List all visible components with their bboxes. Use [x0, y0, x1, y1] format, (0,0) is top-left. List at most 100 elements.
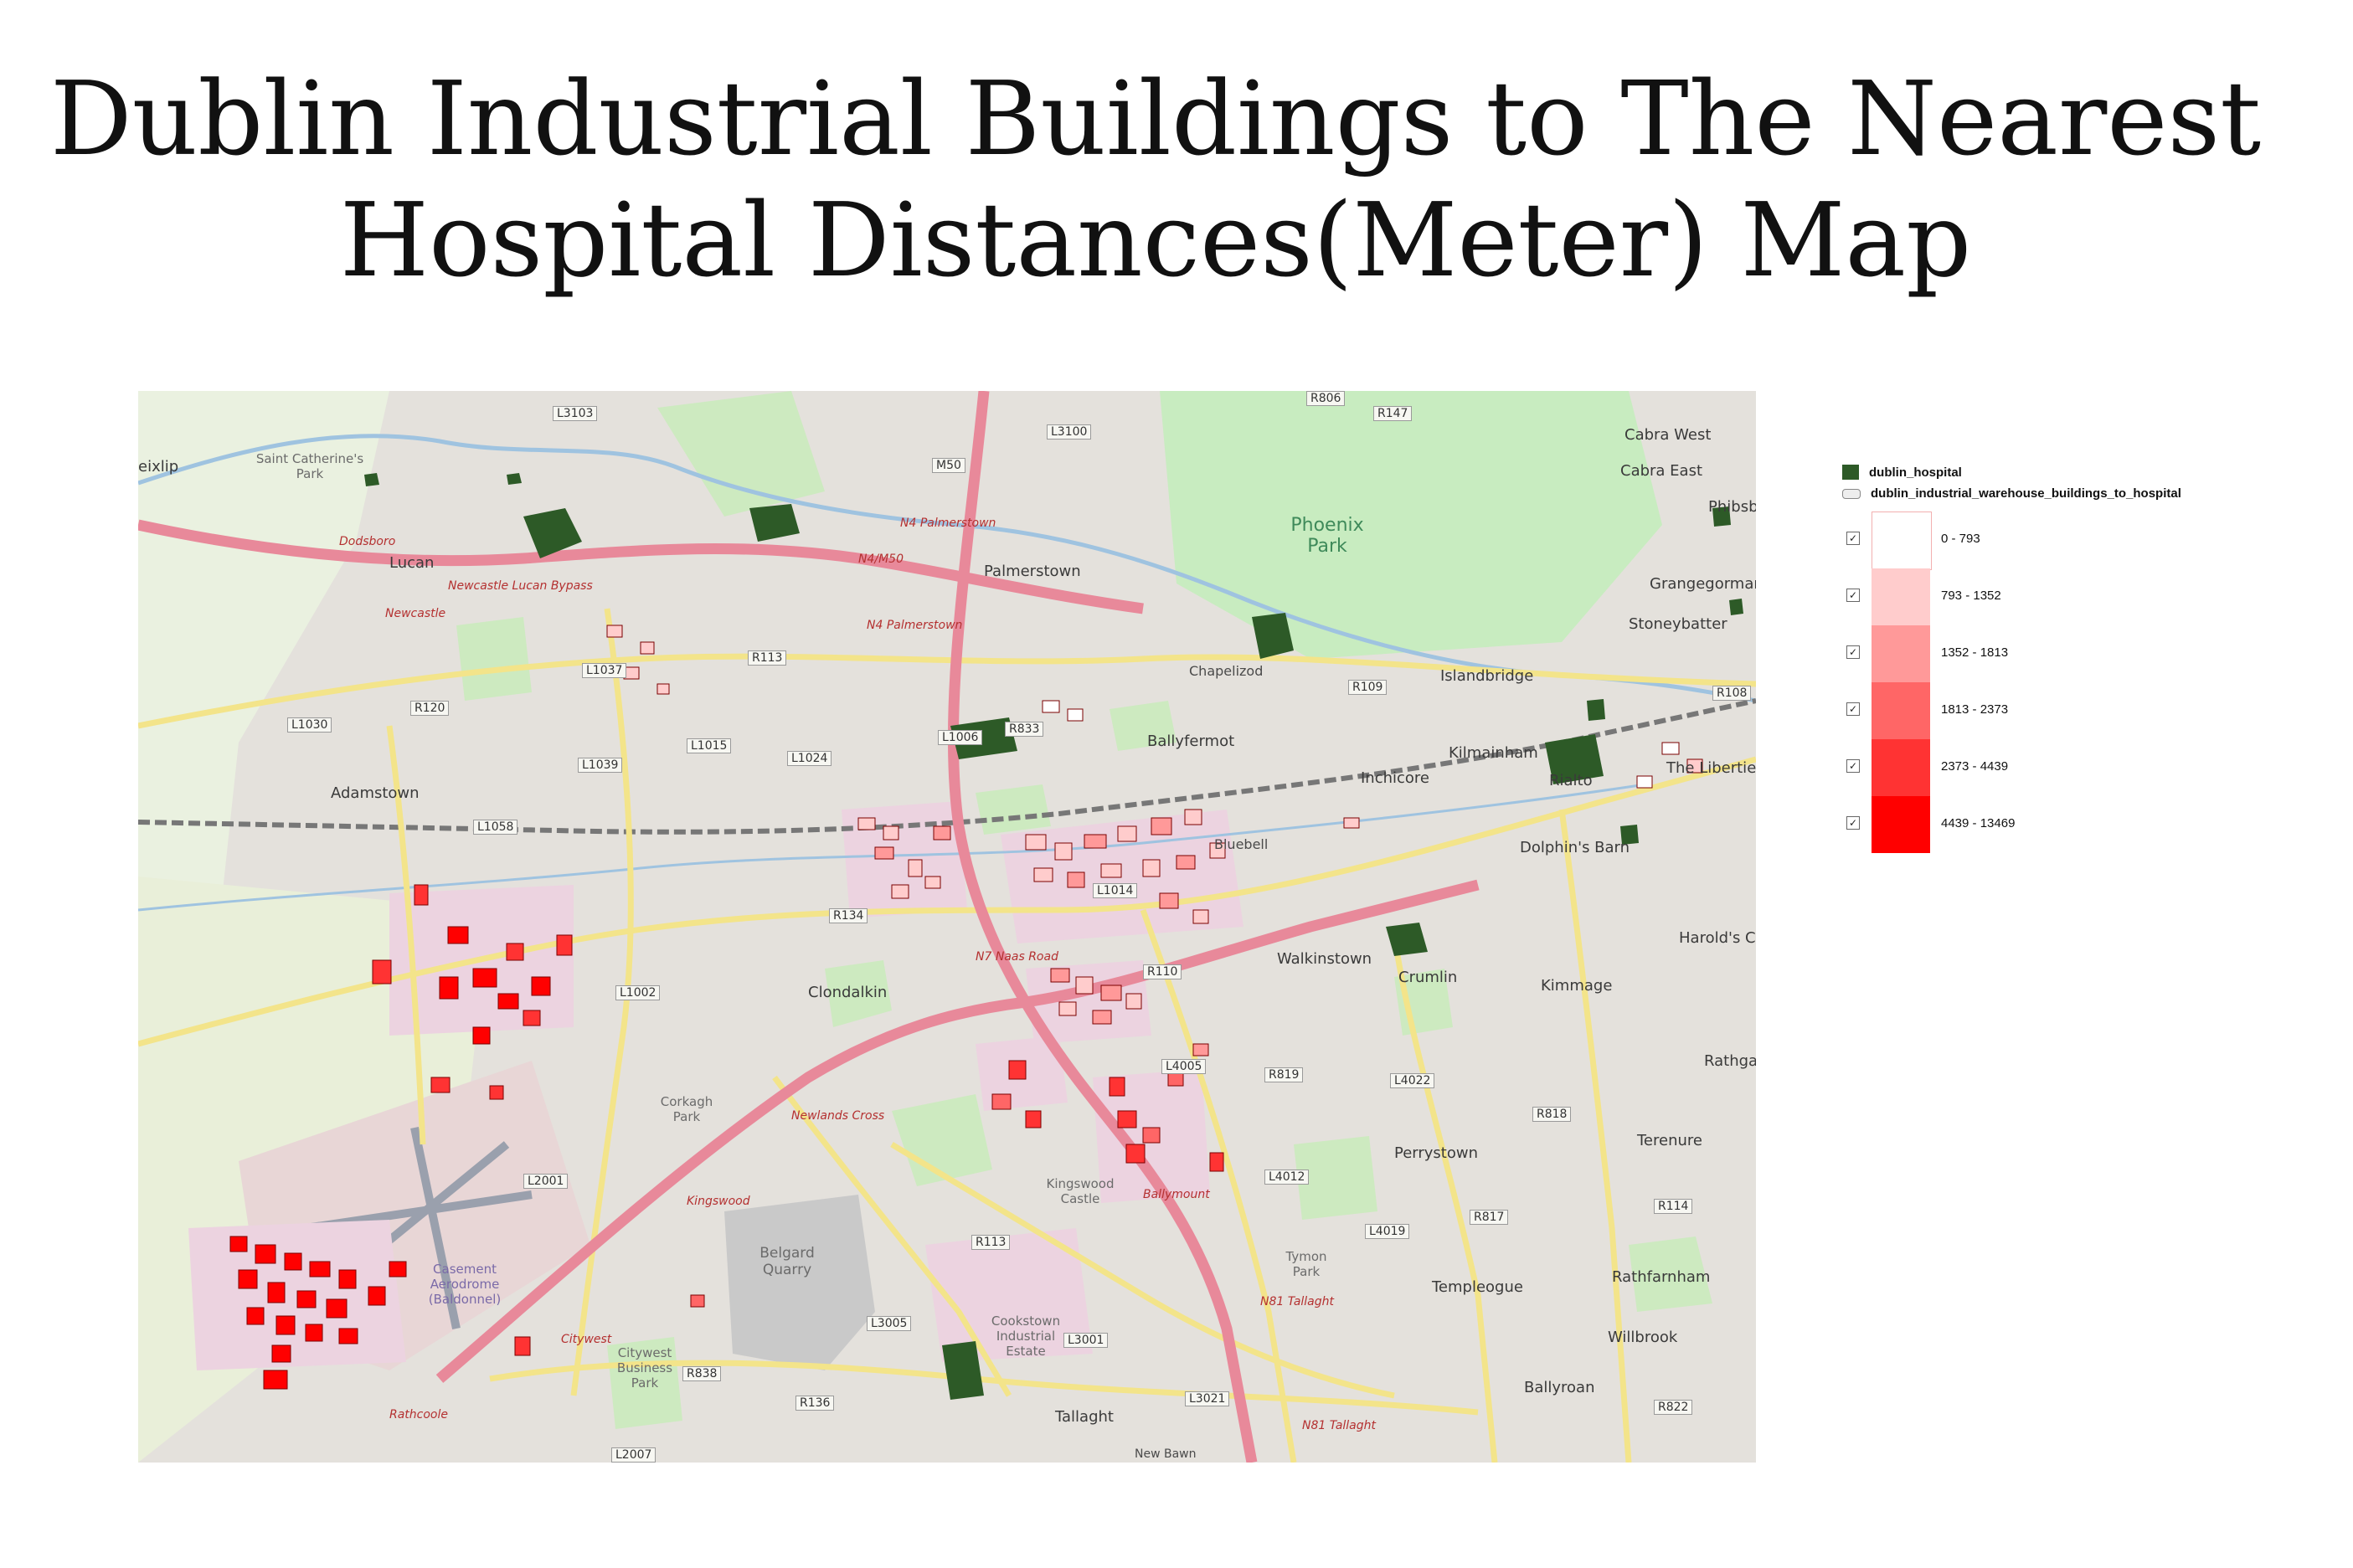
legend-class-1-checkbox[interactable]: ✓ [1846, 532, 1860, 545]
legend-buildings-layer[interactable]: dublin_industrial_warehouse_buildings_to… [1842, 486, 2181, 501]
road-shield-l4022: L4022 [1390, 1073, 1435, 1088]
legend-class-2-checkbox[interactable]: ✓ [1846, 589, 1860, 602]
label-walkinstown: Walkinstown [1277, 950, 1372, 968]
label-stoneybatter: Stoneybatter [1629, 615, 1727, 633]
hospital-small-6 [507, 473, 522, 485]
legend-class-4[interactable]: ✓ 1813 - 2373 [1842, 682, 2177, 739]
legend-class-6[interactable]: ✓ 4439 - 13469 [1842, 796, 2177, 853]
road-shield-r114: R114 [1654, 1199, 1693, 1214]
label-rathcoole: Rathcoole [389, 1408, 448, 1421]
label-n81-tallaght: N81 Tallaght [1260, 1295, 1335, 1308]
road-shield-r108: R108 [1712, 686, 1752, 701]
road-shield-r110: R110 [1143, 964, 1182, 979]
legend-class-3-swatch [1872, 625, 1930, 682]
legend-class-3-checkbox[interactable]: ✓ [1846, 645, 1860, 659]
label-lucan: Lucan [389, 554, 435, 572]
legend-class-3-label: 1352 - 1813 [1941, 645, 2009, 660]
label-bluebell: Bluebell [1214, 836, 1269, 852]
label-ballymount: Ballymount [1143, 1188, 1210, 1201]
map-title-line-1: Dublin Industrial Buildings to The Neare… [49, 59, 2262, 178]
label-newlands-cross: Newlands Cross [791, 1109, 885, 1123]
legend-class-4-swatch [1872, 682, 1930, 739]
hospital-small-4 [1729, 599, 1743, 615]
road-shield-l1006: L1006 [938, 730, 983, 745]
label-n4-palmerstown-2: N4 Palmerstown [867, 619, 963, 632]
road-shield-l3021: L3021 [1185, 1391, 1230, 1406]
label-perrystown: Perrystown [1394, 1144, 1479, 1162]
label-chapelizod: Chapelizod [1189, 663, 1264, 679]
map-title: Dublin Industrial Buildings to The Neare… [0, 59, 2311, 301]
label-rathfarnham: Rathfarnham [1612, 1268, 1711, 1286]
label-dodsboro: Dodsboro [339, 535, 396, 548]
legend-hospital-layer[interactable]: dublin_hospital [1842, 465, 1962, 480]
label-kingswood-castle: Kingswood Castle [1046, 1176, 1115, 1206]
legend-class-6-swatch [1872, 796, 1930, 853]
legend-class-1-label: 0 - 793 [1941, 532, 1980, 546]
road-shield-l1030: L1030 [287, 717, 332, 733]
road-shield-l1015: L1015 [687, 738, 732, 753]
label-ballyroan: Ballyroan [1524, 1379, 1595, 1396]
label-rathgar: Rathga [1704, 1052, 1756, 1070]
legend-class-4-label: 1813 - 2373 [1941, 702, 2009, 717]
road-shield-m50: M50 [932, 458, 965, 473]
road-shield-l1039: L1039 [578, 758, 623, 773]
road-shield-r818: R818 [1532, 1107, 1572, 1122]
label-belgard-quarry: Belgard Quarry [759, 1245, 815, 1278]
road-shield-l2007: L2007 [611, 1447, 656, 1463]
hospital-swatch [1842, 465, 1859, 480]
road-shield-l1037: L1037 [582, 663, 627, 678]
basemap-svg [138, 391, 1756, 1463]
buildings-layer-icon [1842, 488, 1861, 499]
label-cookstown: Cookstown Industrial Estate [991, 1314, 1061, 1359]
label-kilmainham: Kilmainham [1449, 744, 1538, 762]
label-citywest: Citywest Business Park [616, 1345, 673, 1391]
label-leixlip: eixlip [138, 458, 179, 476]
label-clondalkin: Clondalkin [808, 984, 888, 1001]
legend-class-3[interactable]: ✓ 1352 - 1813 [1842, 625, 2177, 682]
legend-buildings-label: dublin_industrial_warehouse_buildings_to… [1871, 486, 2181, 501]
label-cabra-west: Cabra West [1624, 426, 1712, 444]
legend-class-2-label: 793 - 1352 [1941, 589, 2001, 603]
road-shield-l1058: L1058 [473, 820, 518, 835]
map-title-line-2: Hospital Distances(Meter) Map [339, 181, 1972, 300]
road-shield-r833: R833 [1005, 722, 1044, 737]
label-kingswood: Kingswood [687, 1195, 750, 1208]
legend-class-1[interactable]: ✓ 0 - 793 [1842, 512, 2177, 570]
legend-class-6-checkbox[interactable]: ✓ [1846, 816, 1860, 830]
road-shield-l1014: L1014 [1093, 883, 1138, 898]
label-the-liberties: The Liberties [1666, 759, 1756, 777]
label-n4-m50: N4/M50 [858, 553, 904, 566]
label-n7-naas: N7 Naas Road [976, 950, 1058, 964]
legend-class-6-label: 4439 - 13469 [1941, 816, 2016, 830]
road-shield-r134: R134 [829, 908, 868, 923]
road-shield-r822: R822 [1654, 1400, 1693, 1415]
label-adamstown: Adamstown [331, 784, 420, 802]
label-n4-palmerstown: N4 Palmerstown [900, 517, 996, 530]
label-cabra-east: Cabra East [1620, 462, 1703, 480]
label-phibsb: Phibsb [1708, 498, 1756, 516]
legend-class-5-checkbox[interactable]: ✓ [1846, 759, 1860, 773]
basemap-frame[interactable]: eixlip Saint Catherine's Park Lucan Dods… [138, 391, 1756, 1463]
road-shield-l3103: L3103 [553, 406, 598, 421]
label-willbrook: Willbrook [1608, 1329, 1678, 1346]
label-tallaght: Tallaght [1055, 1408, 1114, 1426]
label-newcastle: Newcastle [385, 607, 446, 620]
road-shield-r817: R817 [1470, 1210, 1509, 1225]
road-shield-l3005: L3005 [867, 1316, 912, 1331]
legend-class-1-swatch [1872, 512, 1932, 570]
label-ballyfermot: Ballyfermot [1147, 733, 1235, 750]
road-shield-l4019: L4019 [1365, 1224, 1410, 1239]
road-shield-r819: R819 [1264, 1067, 1304, 1082]
label-casement: Casement Aerodrome (Baldonnel) [428, 1262, 502, 1307]
legend-class-5[interactable]: ✓ 2373 - 4439 [1842, 739, 2177, 796]
legend-class-2[interactable]: ✓ 793 - 1352 [1842, 568, 2177, 625]
label-islandbridge: Islandbridge [1440, 667, 1534, 685]
label-st-catherines: Saint Catherine's Park [255, 451, 364, 481]
label-phoenix-park: Phoenix Park [1290, 515, 1364, 557]
label-new-bawn: New Bawn [1135, 1447, 1197, 1461]
label-corkagh-park: Corkagh Park [660, 1094, 713, 1124]
road-shield-r113-south: R113 [971, 1235, 1011, 1250]
label-inchicore: Inchicore [1361, 769, 1430, 787]
legend-class-4-checkbox[interactable]: ✓ [1846, 702, 1860, 716]
label-n81-tallaght-2: N81 Tallaght [1302, 1419, 1377, 1432]
